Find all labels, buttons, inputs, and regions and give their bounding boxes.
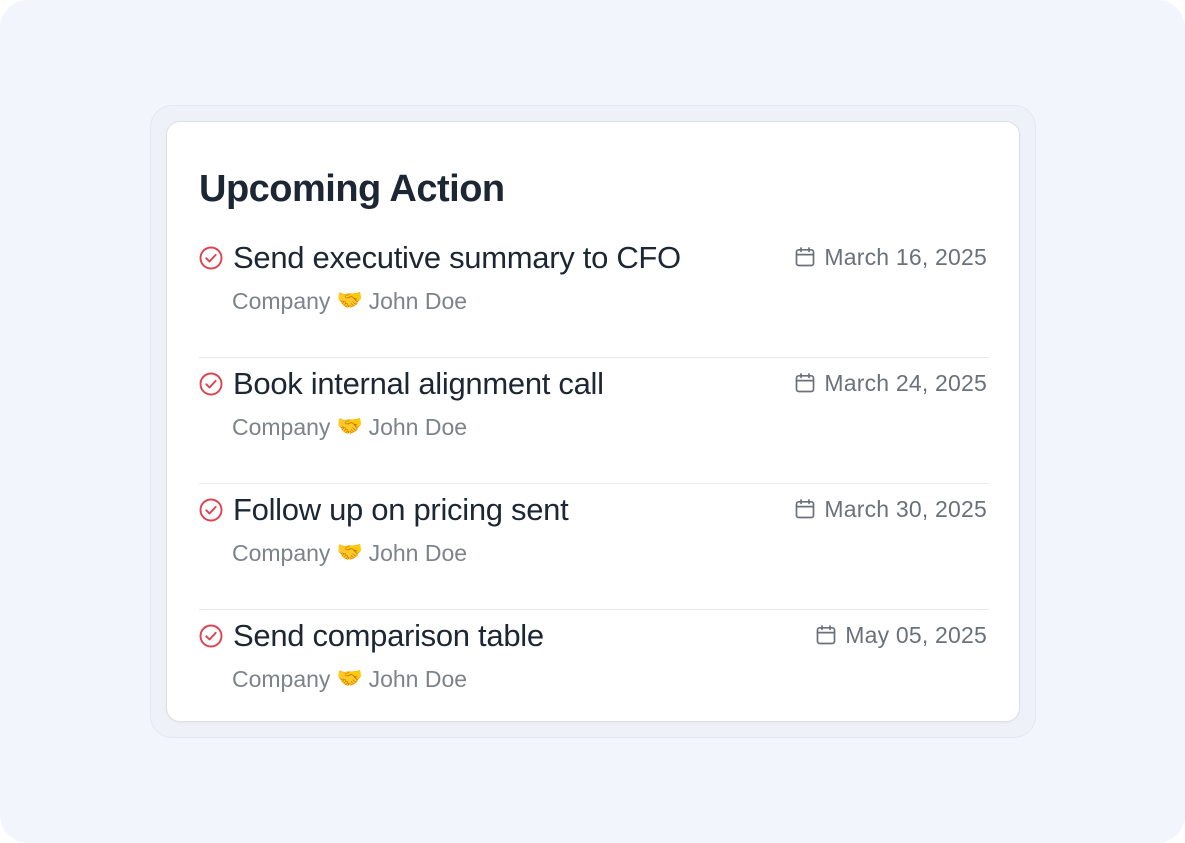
action-meta: Company 🤝 John Doe bbox=[232, 664, 467, 694]
calendar-icon bbox=[815, 624, 837, 646]
due-date: March 30, 2025 bbox=[794, 494, 987, 524]
card-title: Upcoming Action bbox=[199, 168, 505, 210]
action-meta: Company 🤝 John Doe bbox=[232, 412, 467, 442]
contact-name: John Doe bbox=[368, 666, 468, 692]
calendar-icon bbox=[794, 246, 816, 268]
action-title: Follow up on pricing sent bbox=[233, 492, 569, 527]
calendar-icon bbox=[794, 498, 816, 520]
handshake-icon: 🤝 bbox=[336, 667, 363, 690]
company-name: Company bbox=[232, 666, 331, 692]
contact-name: John Doe bbox=[368, 288, 468, 314]
upcoming-action-card: Upcoming Action Send executive summary t… bbox=[166, 121, 1020, 722]
company-name: Company bbox=[232, 414, 331, 440]
action-title: Book internal alignment call bbox=[233, 366, 604, 401]
action-row[interactable]: Follow up on pricing sent Company 🤝 John… bbox=[199, 484, 989, 610]
contact-name: John Doe bbox=[368, 414, 468, 440]
date-text: March 24, 2025 bbox=[824, 370, 987, 396]
check-circle-icon[interactable] bbox=[199, 246, 223, 270]
action-title: Send executive summary to CFO bbox=[233, 240, 681, 275]
action-row[interactable]: Send comparison table Company 🤝 John Doe… bbox=[199, 610, 989, 736]
contact-name: John Doe bbox=[368, 540, 468, 566]
company-name: Company bbox=[232, 288, 331, 314]
action-title: Send comparison table bbox=[233, 618, 544, 653]
due-date: May 05, 2025 bbox=[815, 620, 987, 650]
handshake-icon: 🤝 bbox=[336, 541, 363, 564]
action-row[interactable]: Send executive summary to CFO Company 🤝 … bbox=[199, 232, 989, 358]
date-text: May 05, 2025 bbox=[845, 622, 987, 648]
due-date: March 24, 2025 bbox=[794, 368, 987, 398]
check-circle-icon[interactable] bbox=[199, 624, 223, 648]
action-meta: Company 🤝 John Doe bbox=[232, 538, 467, 568]
company-name: Company bbox=[232, 540, 331, 566]
date-text: March 16, 2025 bbox=[824, 244, 987, 270]
handshake-icon: 🤝 bbox=[336, 289, 363, 312]
date-text: March 30, 2025 bbox=[824, 496, 987, 522]
handshake-icon: 🤝 bbox=[336, 415, 363, 438]
due-date: March 16, 2025 bbox=[794, 242, 987, 272]
check-circle-icon[interactable] bbox=[199, 498, 223, 522]
action-meta: Company 🤝 John Doe bbox=[232, 286, 467, 316]
action-row[interactable]: Book internal alignment call Company 🤝 J… bbox=[199, 358, 989, 484]
check-circle-icon[interactable] bbox=[199, 372, 223, 396]
calendar-icon bbox=[794, 372, 816, 394]
